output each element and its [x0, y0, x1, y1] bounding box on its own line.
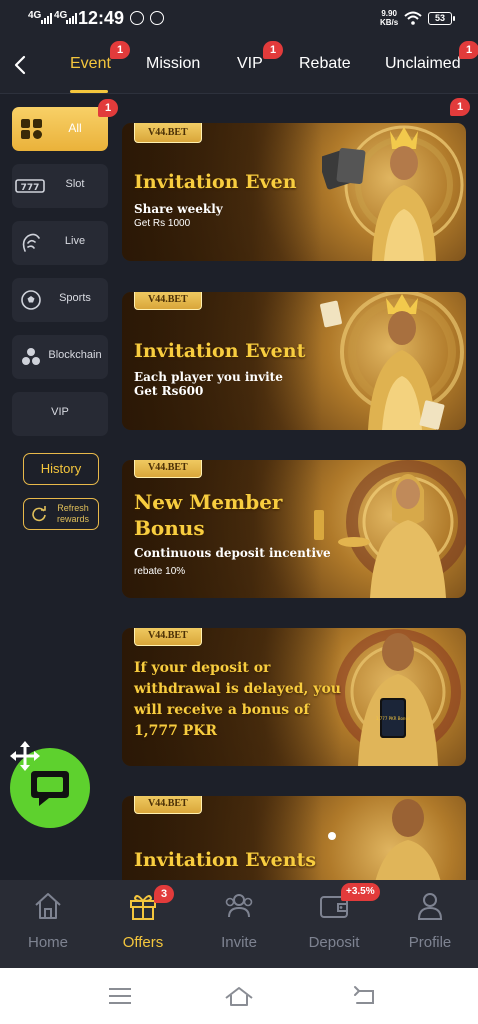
brand-tag: V44.BET — [134, 460, 202, 478]
banner-title: New Member — [134, 490, 283, 514]
banner-title: Bonus — [134, 516, 205, 540]
sidebar-item-sports[interactable]: Sports — [12, 278, 108, 322]
event-banner[interactable]: 1,777 PKR Bonus V44.BET If your deposit … — [122, 628, 466, 766]
invite-people-icon — [225, 894, 253, 918]
sidebar-item-label: Blockchain — [48, 349, 102, 361]
history-button[interactable]: History — [23, 453, 99, 485]
nav-offers[interactable]: 3 Offers — [98, 885, 188, 954]
banner-title: withdrawal is delayed, you — [134, 681, 341, 697]
drag-move-icon[interactable] — [9, 740, 41, 772]
refresh-rewards-label: Refresh rewards — [56, 503, 89, 524]
tab-event-badge: 1 — [110, 41, 130, 59]
sidebar-item-blockchain[interactable]: Blockchain — [12, 335, 108, 379]
refresh-icon — [32, 506, 46, 522]
nav-offers-badge: 3 — [154, 885, 174, 903]
network-speed: 9.90 KB/s — [380, 9, 399, 27]
king-figure-image — [322, 125, 464, 261]
bottom-nav: Home 3 Offers Invite +3.5% Deposit Profi… — [0, 880, 478, 968]
nav-label: Home — [27, 934, 68, 951]
event-banner-list: V44.BET Invitation Even Share weekly Get… — [120, 95, 478, 880]
signal-icon — [41, 13, 52, 24]
man-figure-image: 1,777 PKR Bonus — [335, 629, 461, 766]
event-banner[interactable]: V44.BET Invitation Events — [122, 796, 466, 880]
sidebar-item-label: All — [68, 121, 82, 135]
banner-badge: 1 — [450, 98, 470, 116]
sidebar-all-badge: 1 — [98, 99, 118, 117]
queen-figure-image — [314, 460, 466, 598]
brand-tag: V44.BET — [134, 123, 202, 143]
banner-detail: Get Rs 1000 — [134, 218, 191, 229]
banner-card-text: 1,777 PKR Bonus — [376, 716, 410, 721]
banner-title: will receive a bonus of — [134, 702, 310, 718]
event-banner[interactable]: V44.BET New Member Bonus Continuous depo… — [122, 460, 466, 598]
svg-text:777: 777 — [21, 183, 40, 193]
banner-subtitle: Get Rs600 — [134, 384, 204, 398]
brand-tag: V44.BET — [134, 628, 202, 646]
slot-777-icon: 777 — [15, 179, 45, 193]
wifi-icon — [404, 11, 422, 25]
sidebar-item-label: Sports — [59, 292, 91, 304]
back-system-icon[interactable] — [350, 982, 380, 1010]
banner-title: Invitation Even — [134, 171, 297, 193]
grid-icon — [21, 119, 42, 139]
blockchain-icon — [22, 348, 40, 365]
sidebar-item-all[interactable]: All — [12, 107, 108, 151]
banner-subtitle: Continuous deposit incentive — [134, 546, 331, 560]
nav-deposit-badge: +3.5% — [341, 883, 380, 901]
nav-label: Profile — [408, 934, 452, 951]
tab-event[interactable]: Event — [70, 55, 111, 73]
whatsapp-icon — [150, 11, 164, 25]
home-system-icon[interactable] — [224, 982, 254, 1010]
event-banner[interactable]: V44.BET Invitation Event Each player you… — [122, 292, 466, 430]
active-tab-indicator — [70, 90, 108, 93]
chat-bubble-icon — [31, 771, 69, 806]
sidebar-item-label: Live — [64, 235, 86, 247]
brand-tag: V44.BET — [134, 292, 202, 310]
sidebar-item-live[interactable]: Live — [12, 221, 108, 265]
tab-mission[interactable]: Mission — [146, 55, 200, 73]
top-tab-bar: Event 1 Mission VIP 1 Rebate Unclaimed 1 — [0, 40, 478, 94]
menu-icon[interactable] — [105, 982, 135, 1010]
profile-icon — [417, 893, 443, 920]
banner-title: 1,777 PKR — [134, 723, 218, 739]
nav-label: Invite — [221, 934, 257, 951]
tab-vip[interactable]: VIP — [237, 55, 263, 73]
man-figure-image — [328, 799, 441, 880]
clock: 12:49 — [78, 8, 125, 28]
refresh-rewards-button[interactable]: Refresh rewards — [23, 498, 99, 530]
tab-rebate[interactable]: Rebate — [299, 55, 351, 73]
network-indicator-1: 4G — [28, 10, 42, 21]
sidebar-item-slot[interactable]: 777 Slot — [12, 164, 108, 208]
whatsapp-icon — [130, 11, 144, 25]
event-banner[interactable]: V44.BET Invitation Even Share weekly Get… — [122, 123, 466, 261]
home-icon — [35, 893, 61, 919]
live-dealer-icon — [22, 233, 40, 252]
back-arrow-icon[interactable] — [8, 52, 34, 78]
nav-label: Offers — [122, 934, 164, 951]
signal-icon — [66, 13, 77, 24]
tab-unclaimed[interactable]: Unclaimed — [385, 55, 461, 73]
system-nav-bar — [0, 968, 478, 1024]
battery-icon: 53 — [428, 12, 455, 25]
banner-title: Invitation Event — [134, 340, 306, 362]
status-bar: 4G 4G 12:49 9.90 KB/s 53 — [0, 0, 478, 40]
banner-subtitle: Share weekly — [134, 202, 223, 216]
nav-invite[interactable]: Invite — [194, 888, 284, 954]
nav-profile[interactable]: Profile — [385, 888, 475, 954]
king-figure-image — [320, 292, 464, 430]
soccer-ball-icon — [21, 290, 41, 310]
sidebar-item-vip[interactable]: VIP — [12, 392, 108, 436]
nav-deposit[interactable]: +3.5% Deposit — [289, 883, 380, 954]
brand-tag: V44.BET — [134, 796, 202, 814]
banner-subtitle: Each player you invite — [134, 370, 283, 384]
tab-unclaimed-badge: 1 — [459, 41, 478, 59]
banner-detail: rebate 10% — [134, 566, 186, 577]
sidebar-item-label: VIP — [51, 406, 69, 418]
sidebar-item-label: Slot — [65, 178, 85, 190]
tab-vip-badge: 1 — [263, 41, 283, 59]
nav-home[interactable]: Home — [3, 888, 93, 954]
banner-title: If your deposit or — [134, 660, 271, 676]
banner-title: Invitation Events — [134, 849, 317, 871]
nav-label: Deposit — [308, 934, 360, 951]
